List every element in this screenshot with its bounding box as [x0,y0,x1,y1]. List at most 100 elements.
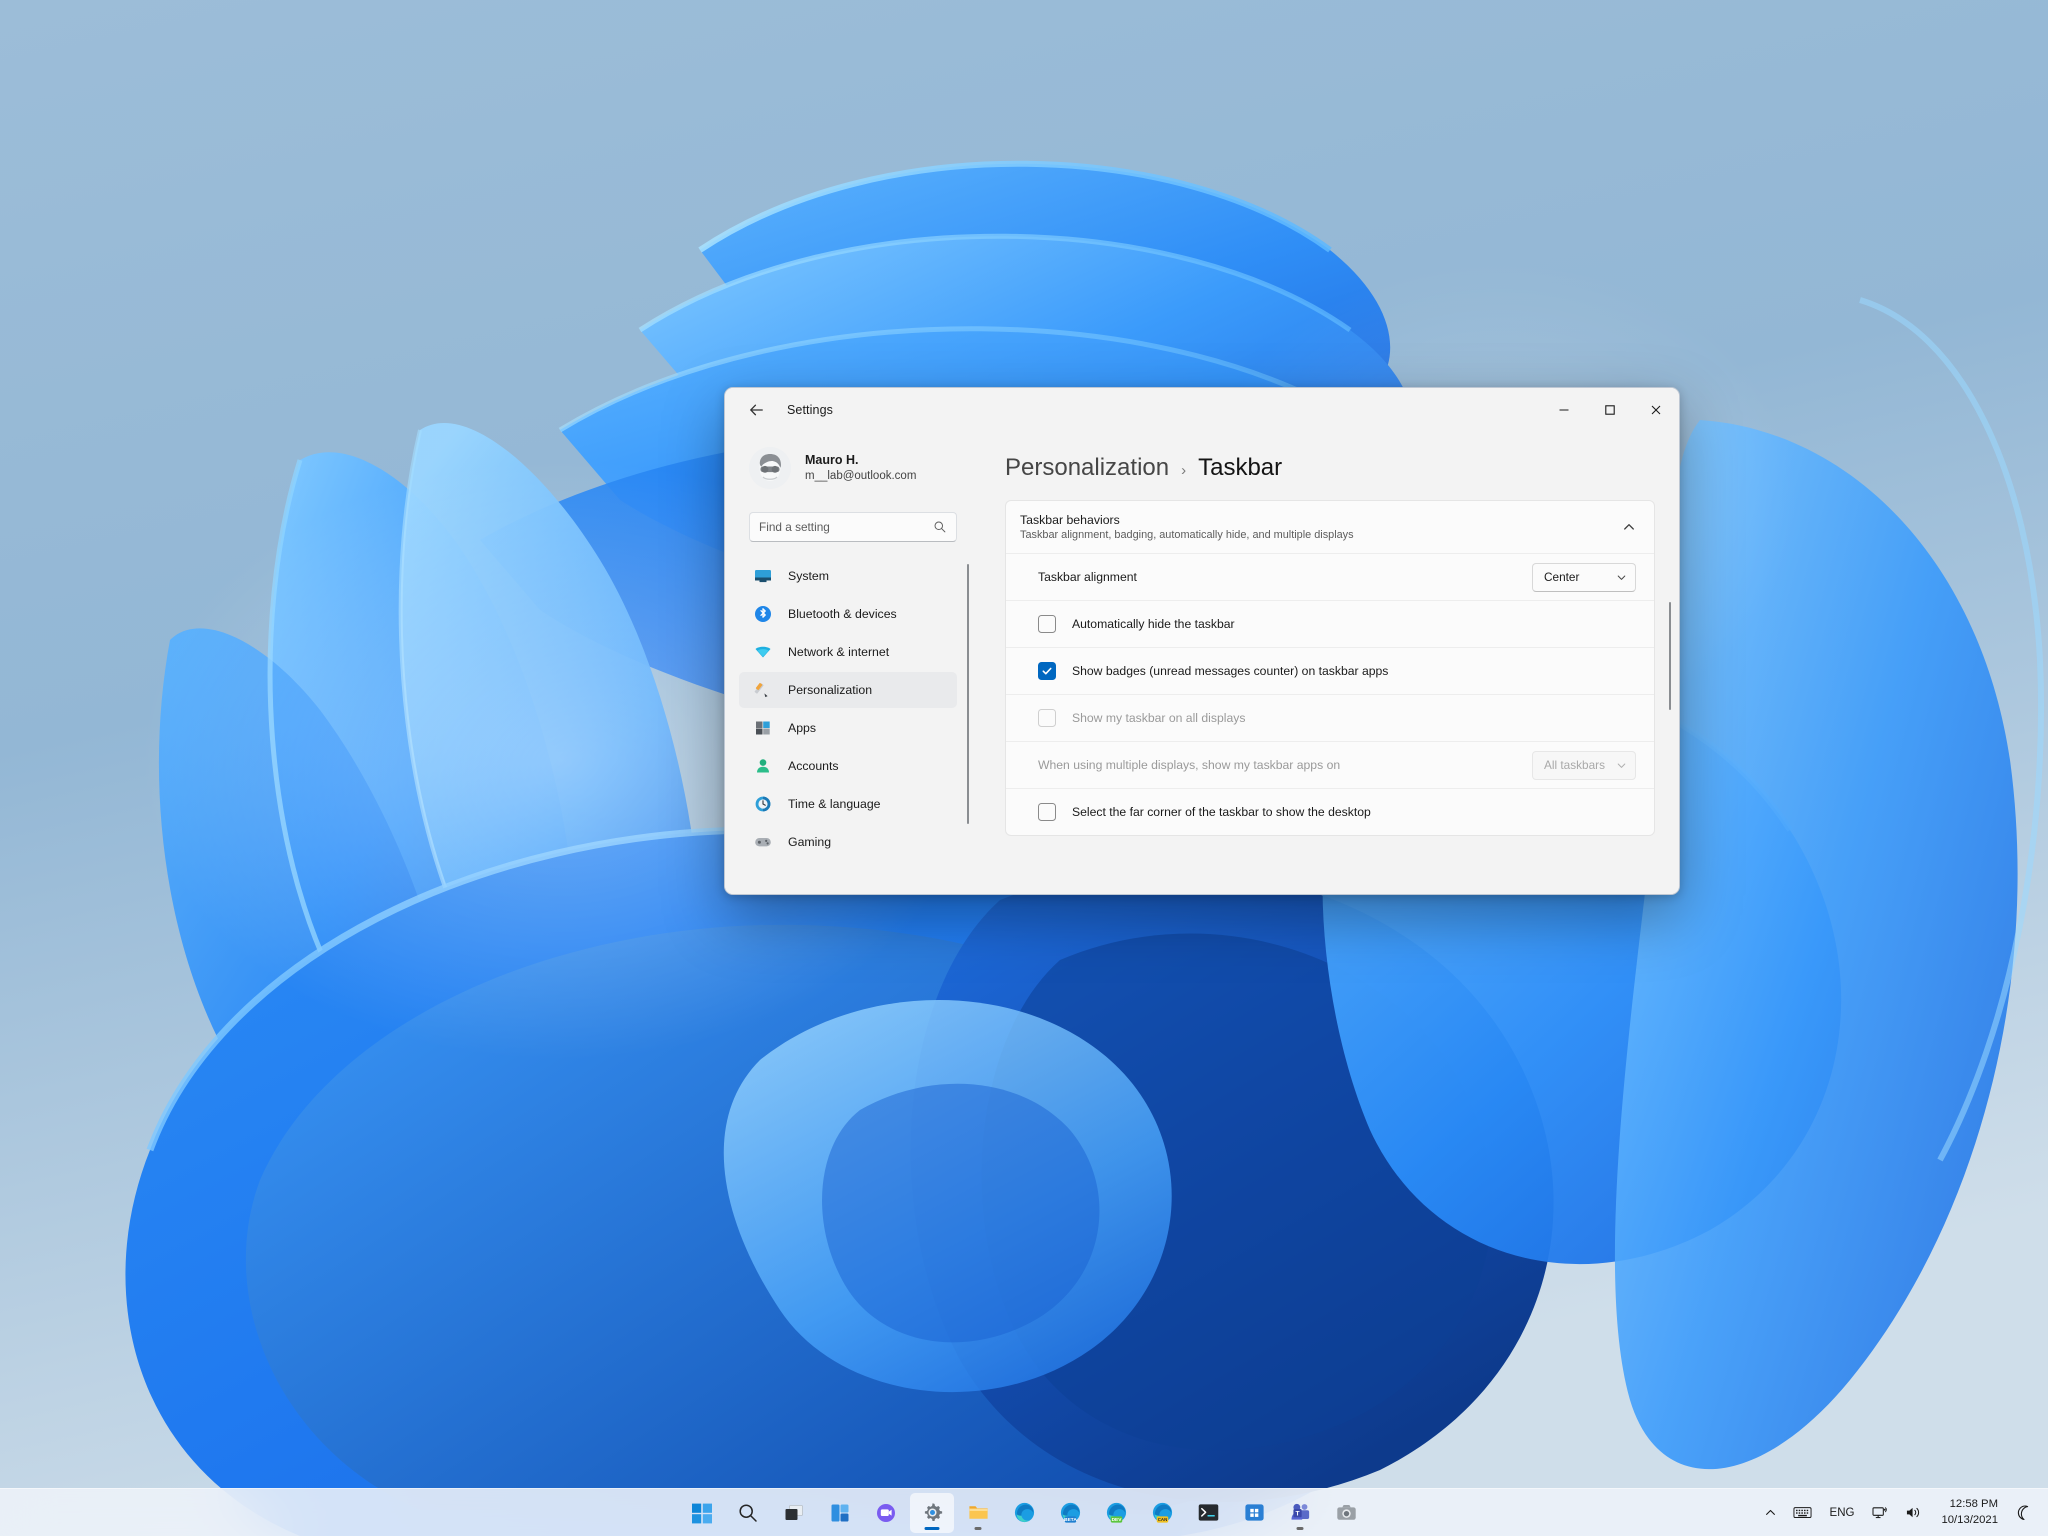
start-button[interactable] [680,1493,724,1533]
sidebar-item-network-internet[interactable]: Network & internet [739,634,957,670]
breadcrumb-separator-icon: › [1181,462,1187,479]
auto-hide-taskbar-checkbox[interactable] [1038,615,1056,633]
row-show-taskbar-all-displays: Show my taskbar on all displays [1006,694,1654,741]
page-title: Taskbar [1198,454,1283,481]
edge-button[interactable] [1002,1493,1046,1533]
show-badges-checkbox[interactable] [1038,662,1056,680]
windows-logo-icon [692,1503,712,1523]
sidebar-item-label: System [788,569,829,583]
network-tray-button[interactable] [1865,1493,1896,1533]
taskbar-alignment-dropdown[interactable]: Center [1532,562,1636,592]
speaker-icon [1907,1507,1920,1518]
account-text: Mauro H. m__lab@outlook.com [805,452,916,484]
search-icon [739,1503,757,1522]
sidebar: Mauro H. m__lab@outlook.com Find a setti… [725,432,969,894]
file-explorer-button[interactable] [956,1493,1000,1533]
taskbar-items: BETA DEV CAN T [680,1492,1368,1533]
edge-icon [1014,1502,1034,1523]
sidebar-item-system[interactable]: System [739,558,957,594]
account-name: Mauro H. [805,453,859,468]
chevron-up-icon[interactable] [1622,520,1636,534]
sidebar-item-personalization[interactable]: Personalization [739,672,957,708]
avatar [749,447,791,489]
show-hidden-icons-button[interactable] [1757,1493,1784,1533]
maximize-button[interactable] [1587,388,1633,432]
edge-canary-button[interactable]: CAN [1140,1493,1184,1533]
sidebar-item-label: Bluetooth & devices [788,607,897,621]
clock-time: 12:58 PM [1949,1498,1998,1511]
chevron-down-icon [1617,575,1626,580]
row-label: When using multiple displays, show my ta… [1038,758,1341,772]
terminal-button[interactable] [1186,1493,1230,1533]
teams-button[interactable]: T [1278,1493,1322,1533]
main-scrollbar[interactable] [1668,602,1671,710]
sidebar-item-label: Network & internet [788,645,890,659]
close-button[interactable] [1633,388,1679,432]
touch-keyboard-button[interactable] [1786,1493,1819,1533]
microsoft-store-button[interactable] [1232,1493,1276,1533]
minimize-icon [1559,409,1569,411]
teams-icon: T [1290,1503,1309,1520]
chevron-up-icon [1765,1509,1775,1515]
sidebar-item-label: Time & language [788,797,881,811]
sidebar-item-time-language[interactable]: Time & language [739,786,957,822]
search-icon [934,521,946,533]
search-input[interactable] [759,520,933,534]
volume-button[interactable] [1898,1493,1929,1533]
sidebar-item-bluetooth-devices[interactable]: Bluetooth & devices [739,596,957,632]
edge-beta-icon: BETA [1060,1502,1080,1523]
card-header[interactable]: Taskbar behaviors Taskbar alignment, bad… [1006,501,1654,553]
card-subtitle: Taskbar alignment, badging, automaticall… [1020,529,1354,541]
row-far-corner-show-desktop[interactable]: Select the far corner of the taskbar to … [1006,788,1654,835]
taskbar: BETA DEV CAN T ENG 12:58 PM 10/13/2021 [0,1488,2048,1536]
edge-beta-button[interactable]: BETA [1048,1493,1092,1533]
row-auto-hide-taskbar[interactable]: Automatically hide the taskbar [1006,600,1654,647]
sidebar-item-accounts[interactable]: Accounts [739,748,957,784]
bluetooth-icon [753,604,773,624]
settings-window: Settings Mauro H. m__lab@outlook.com Fin… [724,387,1680,895]
notifications-button[interactable] [2010,1493,2040,1533]
language-indicator[interactable]: ENG [1821,1493,1864,1533]
sidebar-item-apps[interactable]: Apps [739,710,957,746]
row-label: Select the far corner of the taskbar to … [1072,805,1371,819]
edge-dev-button[interactable]: DEV [1094,1493,1138,1533]
row-label: Taskbar alignment [1038,570,1137,584]
row-show-badges[interactable]: Show badges (unread messages counter) on… [1006,647,1654,694]
row-taskbar-alignment: Taskbar alignment Center [1006,553,1654,600]
camera-button[interactable] [1324,1493,1368,1533]
svg-text:DEV: DEV [1111,1517,1122,1523]
avatar-face-icon [749,447,791,489]
personalization-icon [753,680,773,700]
svg-text:CAN: CAN [1157,1517,1167,1522]
system-tray: ENG 12:58 PM 10/13/2021 [1757,1489,2040,1536]
window-titlebar: Settings [725,388,1679,432]
task-view-button[interactable] [772,1493,816,1533]
time-language-icon [753,794,773,814]
maximize-icon [1605,405,1615,415]
clock[interactable]: 12:58 PM 10/13/2021 [1931,1493,2008,1533]
account-section[interactable]: Mauro H. m__lab@outlook.com [749,440,969,496]
search-button[interactable] [726,1493,770,1533]
gaming-icon [753,832,773,852]
chevron-down-icon [1617,763,1626,768]
chat-icon [877,1503,895,1522]
search-box[interactable] [749,512,957,542]
settings-gear-icon [924,1503,942,1522]
settings-app-button[interactable] [910,1492,954,1533]
far-corner-show-desktop-checkbox[interactable] [1038,803,1056,821]
close-icon [1651,405,1661,415]
sidebar-nav: System Bluetooth & devices Network & int… [739,556,969,894]
breadcrumb-parent[interactable]: Personalization [1005,454,1169,482]
terminal-icon [1198,1504,1218,1521]
sidebar-item-label: Gaming [788,835,832,849]
store-icon [1244,1504,1264,1521]
running-indicator [974,1526,982,1530]
widgets-button[interactable] [818,1493,862,1533]
minimize-button[interactable] [1541,388,1587,432]
row-multiple-displays-apps: When using multiple displays, show my ta… [1006,741,1654,788]
back-button[interactable] [739,395,773,425]
back-arrow-icon [749,404,763,415]
sidebar-item-label: Personalization [788,683,873,697]
sidebar-item-gaming[interactable]: Gaming [739,824,957,860]
chat-button[interactable] [864,1493,908,1533]
